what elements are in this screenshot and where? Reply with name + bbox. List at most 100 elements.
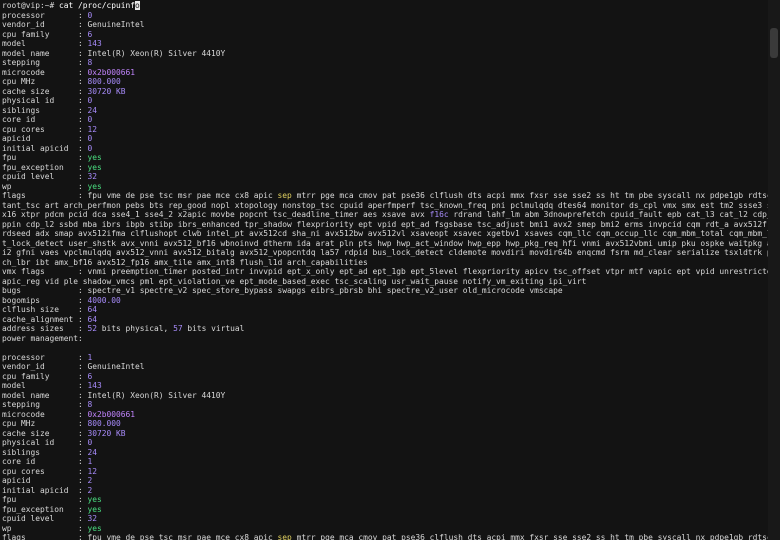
flag-highlight: sep [277,191,292,200]
cpuinfo-line: microcode : 0x2b000661 [2,410,768,420]
field-key: apicid [2,476,79,485]
field-key: cache size [2,86,79,96]
cpuinfo-line: initial apicid : 2 [2,486,768,496]
flags-value: rdseed adx smap avx512ifma clflushopt cl… [2,229,768,238]
flags-value: : fpu vme de pse tsc msr pae mce cx8 api… [78,191,278,200]
cpuinfo-line: apicid : 2 [2,476,768,486]
field-value: : vnmi preemption_timer posted_intr invv… [78,267,768,276]
field-value: 143 [87,39,102,48]
separator: : [78,485,88,495]
field-value: 0 [87,10,93,20]
cpuinfo-line: fpu : yes [2,153,768,163]
separator: : [78,77,88,86]
separator: : [78,476,88,485]
flags-value: t_lock_detect user_shstk avx_vnni avx512… [2,238,768,248]
terminal-output[interactable]: root@vip:~# cat /proc/cpuinfo processor :… [2,1,768,540]
field-value: : spectre_v1 spectre_v2 spec_store_bypas… [78,286,563,295]
flags-value: mtrr pge mca cmov pat pse36 clflush dts … [291,533,768,540]
scrollbar-thumb[interactable] [770,28,778,58]
field-key: model name [2,48,79,58]
field-value: 12 [87,466,98,476]
field-value: GenuineIntel [87,20,145,29]
field-key: core id [2,115,79,124]
blank-line [2,343,768,353]
field-key: initial apicid [2,143,79,153]
separator: : [78,96,88,105]
blank [2,343,7,352]
vmx-flags-line: apic_reg vid ple shadow_vmcs pml ept_vio… [2,277,768,287]
cpuinfo-line: apicid : 0 [2,134,768,144]
bugs-line: bugs : spectre_v1 spectre_v2 spec_store_… [2,286,768,296]
separator: : [78,153,88,162]
separator: : [78,409,88,419]
separator: : [78,124,88,134]
cpuinfo-line: fpu_exception : yes [2,505,768,515]
field-value: 30720 KB [87,428,126,438]
cpuinfo-line: siblings : 24 [2,448,768,458]
cpuinfo-line: vendor_id : GenuineIntel [2,362,768,372]
field-key: cpuid level [2,172,79,181]
cpuinfo-line: cpu cores : 12 [2,125,768,135]
field-key: stepping [2,58,79,67]
field-value: 24 [87,447,98,457]
field-value: 800.000 [87,419,121,428]
flags-value: ppin cdp_l2 ssbd mba ibrs ibpb stibp ibr… [2,219,768,229]
field-key: cpu cores [2,466,79,476]
flags-line: ch_lbr ibt amx_bf16 avx512_fp16 amx_tile… [2,258,768,268]
separator: : [78,48,88,58]
field-key: fpu_exception [2,162,79,172]
field-value: 30720 KB [87,86,126,96]
cursor: o [135,1,140,10]
field-value: 2 [87,485,93,495]
field-value: 0 [87,143,93,153]
separator: : [78,305,88,314]
cpuinfo-line: stepping : 8 [2,58,768,68]
field-value: 57 [173,324,183,333]
vertical-scrollbar[interactable] [768,0,780,540]
field-key: physical id [2,96,79,105]
cpuinfo-line: model : 143 [2,381,768,391]
cpuinfo-line: microcode : 0x2b000661 [2,68,768,78]
field-key: microcode [2,67,79,77]
separator: : [78,371,88,381]
separator: : [78,324,88,333]
separator: : [78,115,88,124]
cpuinfo-line: wp : yes [2,524,768,534]
field-value: yes [87,162,102,172]
separator: : [78,504,88,514]
separator: : [78,314,88,324]
field-value: 0 [87,438,93,447]
prompt-line: root@vip:~# cat /proc/cpuinfo [2,1,768,11]
field-value: 52 [87,324,98,333]
field-key: apicid [2,134,79,143]
field-value: 143 [87,381,102,390]
separator: : [78,181,88,191]
field-value: 24 [87,105,98,115]
cpuinfo-line: physical id : 0 [2,438,768,448]
cpuinfo-line: siblings : 24 [2,106,768,116]
separator: : [78,86,88,96]
flags-value: x16 xtpr pdcm pcid dca sse4_1 sse4_2 x2a… [2,210,430,219]
field-value: 0 [87,134,93,143]
cpuinfo-line: model name : Intel(R) Xeon(R) Silver 441… [2,391,768,401]
field-key: address sizes [2,324,79,333]
field-key: bugs [2,286,79,295]
field-value: 64 [87,305,98,314]
cpuinfo-line: vendor_id : GenuineIntel [2,20,768,30]
field-key: cpu cores [2,124,79,134]
field-key: cpu MHz [2,77,79,86]
cpuinfo-line: processor : 1 [2,353,768,363]
separator: : [78,67,88,77]
separator: : [78,105,88,115]
field-key: wp [2,181,79,191]
field-key: bogomips [2,295,79,305]
command-text: cat /proc/cpuinf [59,1,136,10]
flag-highlight: f16c [429,210,449,219]
field-key: model [2,39,79,48]
flags-line: flags : fpu vme de pse tsc msr pae mce c… [2,533,768,540]
flags-line: t_lock_detect user_shstk avx_vnni avx512… [2,239,768,249]
separator: : [78,143,88,153]
field-value: 12 [87,124,98,134]
field-value: 0x2b000661 [87,409,136,419]
cpuinfo-line: cpuid level : 32 [2,514,768,524]
